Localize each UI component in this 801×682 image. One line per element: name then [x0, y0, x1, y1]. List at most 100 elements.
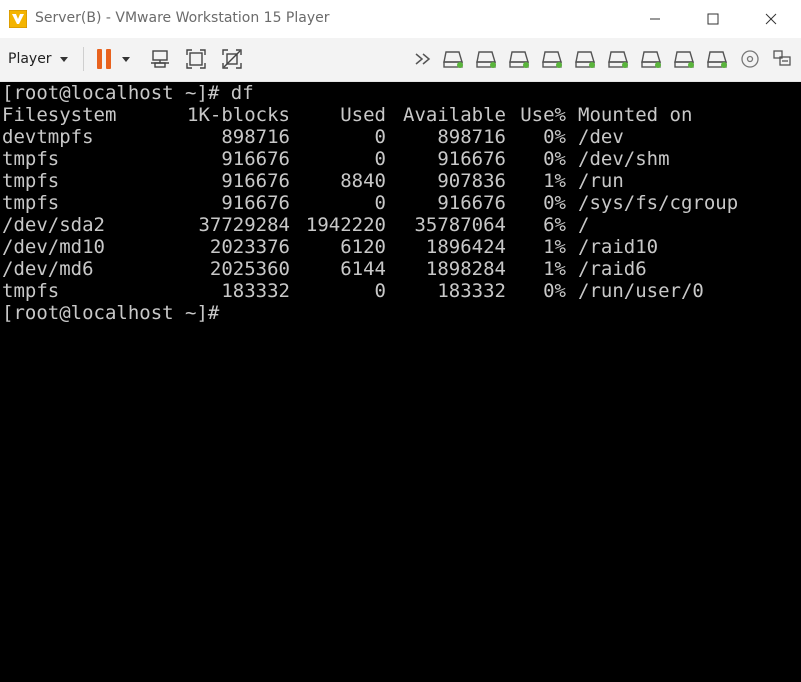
cell-use-pct: 0% — [543, 192, 566, 214]
cell-use-pct: 0% — [543, 126, 566, 148]
header-used: Used — [340, 104, 386, 126]
df-row: /dev/md6 2025360 6144 1898284 1% /raid6 — [0, 258, 801, 280]
cd-dvd-icon — [741, 50, 759, 68]
cell-available: 1896424 — [425, 236, 506, 258]
df-row: tmpfs 183332 0 183332 0% /run/user/0 — [0, 280, 801, 302]
cell-mounted: /run — [578, 170, 624, 192]
cell-use-pct: 1% — [543, 258, 566, 280]
hard-disk-icon — [575, 51, 595, 68]
cell-used: 8840 — [340, 170, 386, 192]
df-row: /dev/sda2 37729284 1942220 35787064 6% / — [0, 214, 801, 236]
minimize-button[interactable] — [626, 0, 684, 38]
cell-mounted: /dev/shm — [578, 148, 670, 170]
cell-use-pct: 6% — [543, 214, 566, 236]
cell-available: 916676 — [437, 148, 506, 170]
hard-disk-device-3[interactable] — [509, 49, 531, 69]
hard-disk-device-7[interactable] — [641, 49, 663, 69]
message-log-icon — [773, 50, 791, 66]
hard-disk-icon — [509, 51, 529, 68]
cell-filesystem: /dev/sda2 — [2, 214, 105, 236]
df-row: tmpfs 916676 0 916676 0% /sys/fs/cgroup — [0, 192, 801, 214]
pause-button[interactable] — [92, 47, 116, 71]
close-button[interactable] — [742, 0, 800, 38]
df-row: /dev/md10 2023376 6120 1896424 1% /raid10 — [0, 236, 801, 258]
cell-used: 0 — [374, 148, 386, 170]
dropdown-caret-icon — [122, 56, 130, 62]
cell-filesystem: /dev/md10 — [2, 236, 105, 258]
maximize-button[interactable] — [684, 0, 742, 38]
final-prompt-line: [root@localhost ~]# — [2, 302, 231, 324]
more-devices-button[interactable] — [412, 47, 436, 71]
hard-disk-device-2[interactable] — [476, 49, 498, 69]
header-use-pct: Use% — [520, 104, 566, 126]
hard-disk-device-6[interactable] — [608, 49, 630, 69]
header-mounted: Mounted on — [578, 104, 693, 126]
fit-guest-icon — [186, 49, 206, 69]
vmware-icon — [9, 10, 27, 28]
cell-used: 0 — [374, 192, 386, 214]
cell-use-pct: 1% — [543, 170, 566, 192]
hard-disk-device-5[interactable] — [575, 49, 597, 69]
cell-blocks: 183332 — [221, 280, 290, 302]
cell-mounted: /dev — [578, 126, 624, 148]
header-available: Available — [403, 104, 506, 126]
cell-available: 35787064 — [414, 214, 506, 236]
toolbar-divider — [83, 47, 84, 71]
hard-disk-icon — [674, 51, 694, 68]
cell-used: 6144 — [340, 258, 386, 280]
header-filesystem: Filesystem — [2, 104, 117, 126]
unity-button[interactable] — [220, 47, 244, 71]
cell-available: 916676 — [437, 192, 506, 214]
unity-icon — [222, 49, 242, 69]
df-row: devtmpfs 898716 0 898716 0% /dev — [0, 126, 801, 148]
hard-disk-icon — [443, 51, 463, 68]
cell-mounted: /sys/fs/cgroup — [578, 192, 739, 214]
vmware-player-window: Server(B) - VMware Workstation 15 Player… — [0, 0, 801, 682]
cell-mounted: / — [578, 214, 590, 236]
cell-filesystem: devtmpfs — [2, 126, 94, 148]
cd-dvd-device[interactable] — [740, 49, 762, 69]
vm-console[interactable]: [root@localhost ~]# df Filesystem 1K-bloc… — [0, 82, 801, 682]
hard-disk-device-8[interactable] — [674, 49, 696, 69]
cell-blocks: 37729284 — [198, 214, 290, 236]
title-bar: Server(B) - VMware Workstation 15 Player — [0, 0, 801, 38]
cell-blocks: 898716 — [221, 126, 290, 148]
cell-blocks: 2025360 — [209, 258, 290, 280]
df-row: tmpfs 916676 0 916676 0% /dev/shm — [0, 148, 801, 170]
cell-used: 1942220 — [305, 214, 386, 236]
player-toolbar: Player — [0, 38, 801, 82]
cell-available: 183332 — [437, 280, 506, 302]
cell-mounted: /raid6 — [578, 258, 647, 280]
header-blocks: 1K-blocks — [187, 104, 290, 126]
minimize-icon — [650, 18, 660, 20]
cell-used: 6120 — [340, 236, 386, 258]
send-ctrl-alt-del-button[interactable] — [148, 47, 172, 71]
message-log-button[interactable] — [772, 49, 794, 69]
cell-filesystem: tmpfs — [2, 280, 60, 302]
cell-blocks: 2023376 — [209, 236, 290, 258]
player-menu-button[interactable]: Player — [8, 46, 68, 72]
cell-use-pct: 1% — [543, 236, 566, 258]
network-adapter-device[interactable] — [707, 49, 729, 69]
df-header-row: Filesystem 1K-blocks Used Available Use% Moun… — [0, 104, 801, 126]
hard-disk-device-1[interactable] — [443, 49, 465, 69]
cell-filesystem: /dev/md6 — [2, 258, 94, 280]
cell-filesystem: tmpfs — [2, 170, 60, 192]
cell-use-pct: 0% — [543, 148, 566, 170]
hard-disk-device-4[interactable] — [542, 49, 564, 69]
cell-available: 898716 — [437, 126, 506, 148]
maximize-icon — [707, 13, 719, 25]
more-devices-icon — [415, 53, 431, 65]
df-row: tmpfs 916676 8840 907836 1% /run — [0, 170, 801, 192]
power-options-dropdown[interactable] — [118, 47, 134, 71]
chevron-down-icon — [59, 56, 68, 62]
network-adapter-icon — [707, 51, 727, 68]
hard-disk-icon — [641, 51, 661, 68]
window-title: Server(B) - VMware Workstation 15 Player — [35, 10, 330, 26]
hard-disk-icon — [608, 51, 628, 68]
cell-used: 0 — [374, 126, 386, 148]
cell-filesystem: tmpfs — [2, 192, 60, 214]
pause-icon — [95, 49, 113, 69]
send-ctrl-alt-del-icon — [151, 50, 169, 68]
fit-guest-button[interactable] — [184, 47, 208, 71]
